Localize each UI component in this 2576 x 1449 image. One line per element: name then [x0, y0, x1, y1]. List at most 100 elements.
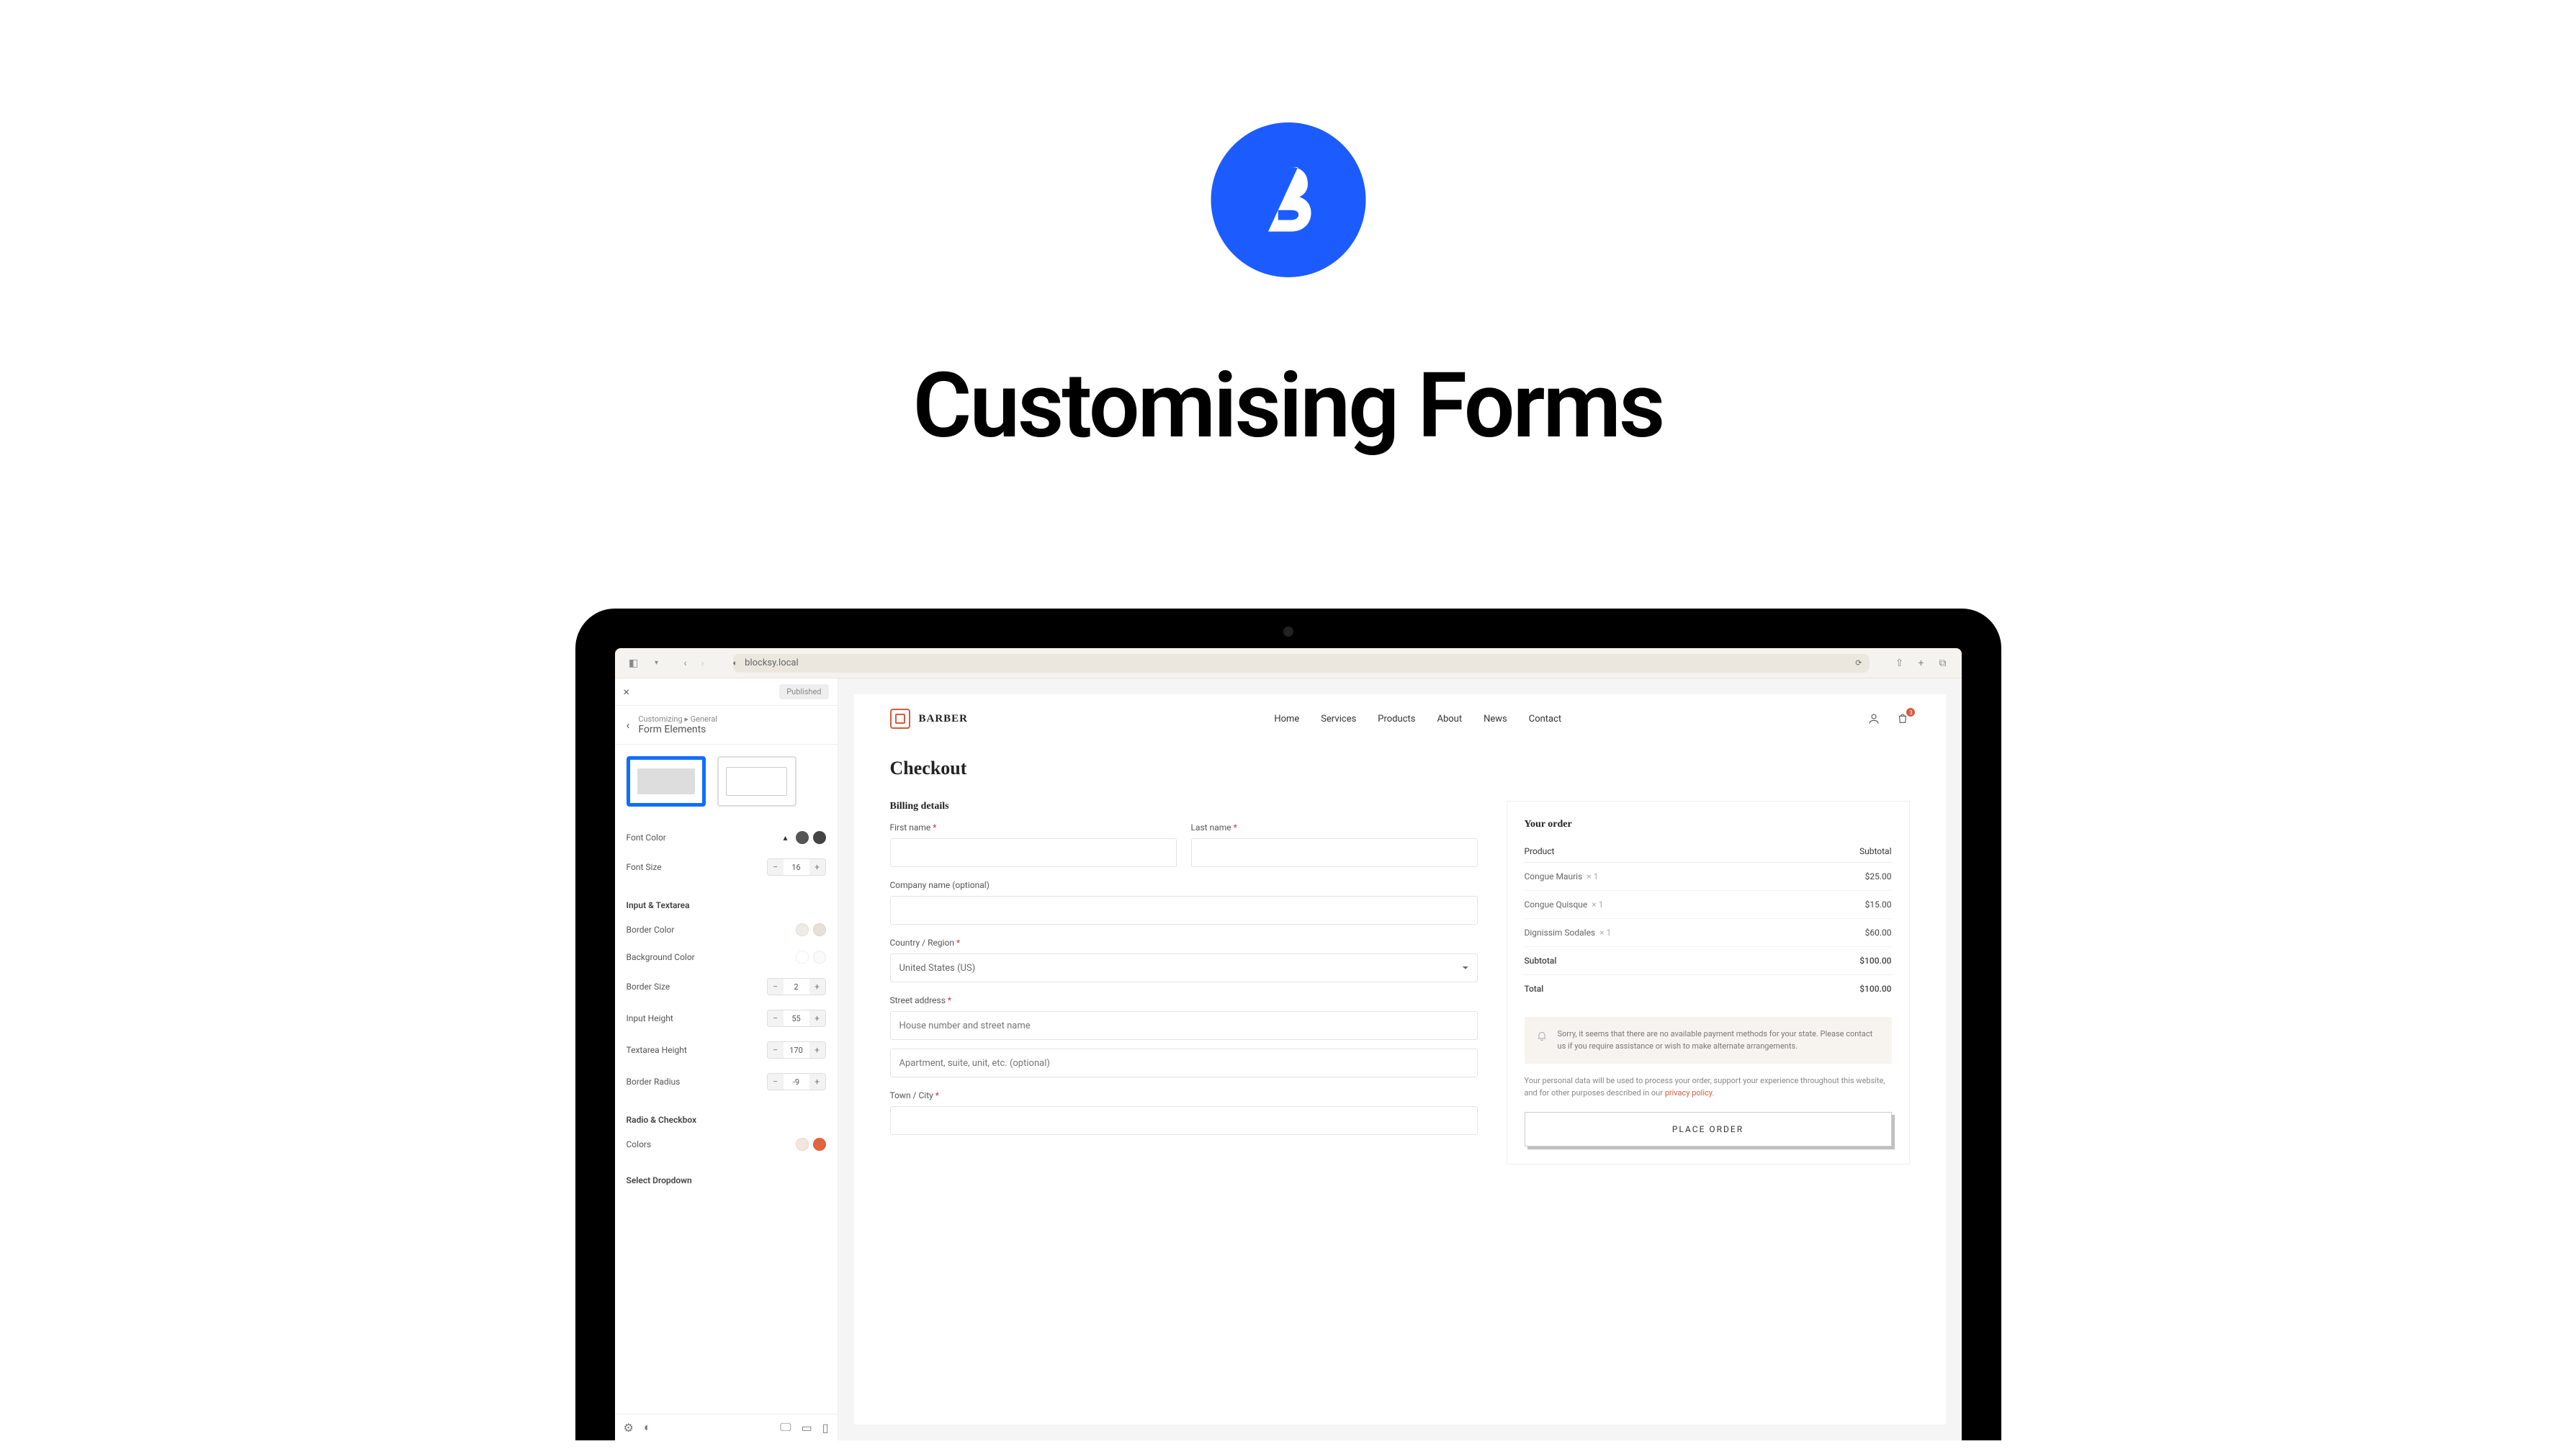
input-height-stepper[interactable]: −+	[767, 1010, 826, 1027]
font-size-stepper[interactable]: − +	[767, 858, 826, 876]
border-radius-input[interactable]	[784, 1074, 809, 1090]
browser-toolbar: ◧ ▾ ‹ › ◐ blocksy.local ⟳ ⇧ + ⧉	[615, 648, 1962, 678]
country-select[interactable]: United States (US)	[890, 954, 1478, 982]
order-row: Congue Mauris× 1 $25.00	[1525, 863, 1892, 891]
color-swatch[interactable]	[796, 923, 809, 936]
layout-options	[627, 756, 826, 807]
new-tab-icon[interactable]: +	[1914, 656, 1929, 670]
order-row: Dignissim Sodales× 1 $60.00	[1525, 919, 1892, 947]
nav-link[interactable]: About	[1437, 714, 1462, 724]
account-icon[interactable]	[1867, 712, 1880, 725]
first-name-label: First name *	[890, 822, 1177, 833]
stepper-plus[interactable]: +	[809, 1042, 825, 1058]
billing-title: Billing details	[890, 801, 1478, 812]
background-color-label: Background Color	[627, 952, 796, 962]
address-bar[interactable]: ◐ blocksy.local ⟳	[733, 654, 1870, 673]
textarea-height-stepper[interactable]: −+	[767, 1041, 826, 1059]
company-label: Company name (optional)	[890, 880, 1478, 890]
color-swatch[interactable]	[813, 831, 826, 844]
color-swatch[interactable]	[796, 951, 809, 964]
mobile-icon[interactable]: ▯	[822, 1421, 829, 1435]
preview-page: BARBER Home Services Products About News…	[854, 694, 1946, 1425]
border-size-input[interactable]	[784, 979, 809, 995]
order-summary: Your order Product Subtotal Congue Mauri…	[1507, 801, 1910, 1165]
preview-pane: BARBER Home Services Products About News…	[838, 678, 1962, 1440]
street-input-2[interactable]	[890, 1049, 1478, 1077]
nav-link[interactable]: News	[1484, 714, 1507, 724]
publish-button[interactable]: Published	[779, 684, 828, 699]
order-row: Congue Quisque× 1 $15.00	[1525, 891, 1892, 919]
main-nav: Home Services Products About News Contac…	[1274, 714, 1561, 724]
stepper-minus[interactable]: −	[768, 1042, 784, 1058]
place-order-button[interactable]: PLACE ORDER	[1525, 1112, 1892, 1147]
payment-notice: Sorry, it seems that there are no availa…	[1525, 1017, 1892, 1064]
layout-option-2[interactable]	[717, 756, 796, 807]
stepper-minus[interactable]: −	[768, 859, 784, 875]
street-input-1[interactable]	[890, 1011, 1478, 1040]
color-swatch[interactable]	[813, 951, 826, 964]
nav-back-icon[interactable]: ‹	[678, 656, 693, 670]
laptop-frame: ◧ ▾ ‹ › ◐ blocksy.local ⟳ ⇧ + ⧉ ×	[575, 609, 2001, 1440]
group-input-title: Input & Textarea	[627, 900, 826, 910]
privacy-link[interactable]: privacy policy	[1665, 1088, 1713, 1098]
color-swatch[interactable]	[796, 1138, 809, 1151]
border-radius-stepper[interactable]: −+	[767, 1073, 826, 1090]
screen: ◧ ▾ ‹ › ◐ blocksy.local ⟳ ⇧ + ⧉ ×	[615, 648, 1962, 1440]
input-height-input[interactable]	[784, 1010, 809, 1026]
textarea-height-input[interactable]	[784, 1042, 809, 1058]
stepper-minus[interactable]: −	[768, 1074, 784, 1090]
desktop-icon[interactable]: 🖵	[780, 1420, 791, 1435]
font-size-input[interactable]	[784, 859, 809, 875]
color-swatch[interactable]	[813, 1138, 826, 1151]
cart-icon[interactable]: 3	[1896, 712, 1909, 725]
stepper-plus[interactable]: +	[809, 979, 825, 995]
stepper-plus[interactable]: +	[809, 859, 825, 875]
notice-text: Sorry, it seems that there are no availa…	[1558, 1028, 1880, 1052]
sidebar-toggle-icon[interactable]: ◧	[627, 656, 641, 670]
page-title: Checkout	[890, 758, 1910, 779]
border-size-stepper[interactable]: −+	[767, 978, 826, 995]
cart-badge: 3	[1906, 708, 1915, 717]
color-swatch[interactable]	[813, 923, 826, 936]
close-icon[interactable]: ×	[624, 685, 630, 699]
site-brand[interactable]: BARBER	[890, 709, 969, 729]
nav-link[interactable]: Services	[1321, 714, 1356, 724]
font-color-label: Font Color	[627, 833, 780, 843]
moon-icon[interactable]: ◐	[644, 1420, 651, 1435]
layout-option-1[interactable]	[627, 756, 706, 807]
last-name-input[interactable]	[1191, 838, 1478, 867]
color-swatch[interactable]	[796, 831, 809, 844]
town-label: Town / City *	[890, 1090, 1478, 1100]
tablet-icon[interactable]: ▭	[802, 1421, 812, 1435]
first-name-input[interactable]	[890, 838, 1177, 867]
bell-icon	[1536, 1030, 1548, 1041]
stepper-minus[interactable]: −	[768, 1010, 784, 1026]
stepper-minus[interactable]: −	[768, 979, 784, 995]
nav-link[interactable]: Products	[1378, 714, 1415, 724]
nav-link[interactable]: Contact	[1529, 714, 1561, 724]
gear-icon[interactable]: ⚙	[624, 1421, 634, 1435]
tabs-icon[interactable]: ⧉	[1936, 656, 1950, 670]
customizer-sidebar: × Published ‹ Customizing ▸ General Form…	[615, 678, 838, 1440]
stepper-plus[interactable]: +	[809, 1074, 825, 1090]
section-title: Form Elements	[638, 724, 717, 735]
border-size-label: Border Size	[627, 982, 767, 992]
company-input[interactable]	[890, 896, 1478, 925]
stepper-plus[interactable]: +	[809, 1010, 825, 1026]
town-input[interactable]	[890, 1106, 1478, 1135]
dropdown-icon[interactable]: ▾	[650, 656, 664, 670]
border-color-label: Border Color	[627, 925, 796, 935]
cursor-icon[interactable]: ▴	[780, 832, 791, 843]
brand-name: BARBER	[919, 713, 969, 725]
site-header: BARBER Home Services Products About News…	[854, 694, 1946, 743]
col-subtotal: Subtotal	[1859, 846, 1892, 856]
reload-icon[interactable]: ⟳	[1855, 658, 1862, 668]
share-icon[interactable]: ⇧	[1893, 656, 1907, 670]
col-product: Product	[1525, 846, 1555, 856]
address-text: blocksy.local	[745, 658, 799, 668]
nav-forward-icon[interactable]: ›	[696, 656, 710, 670]
sidebar-header[interactable]: ‹ Customizing ▸ General Form Elements	[615, 706, 838, 745]
nav-link[interactable]: Home	[1274, 714, 1299, 724]
back-icon[interactable]: ‹	[627, 718, 630, 732]
order-title: Your order	[1525, 819, 1892, 830]
